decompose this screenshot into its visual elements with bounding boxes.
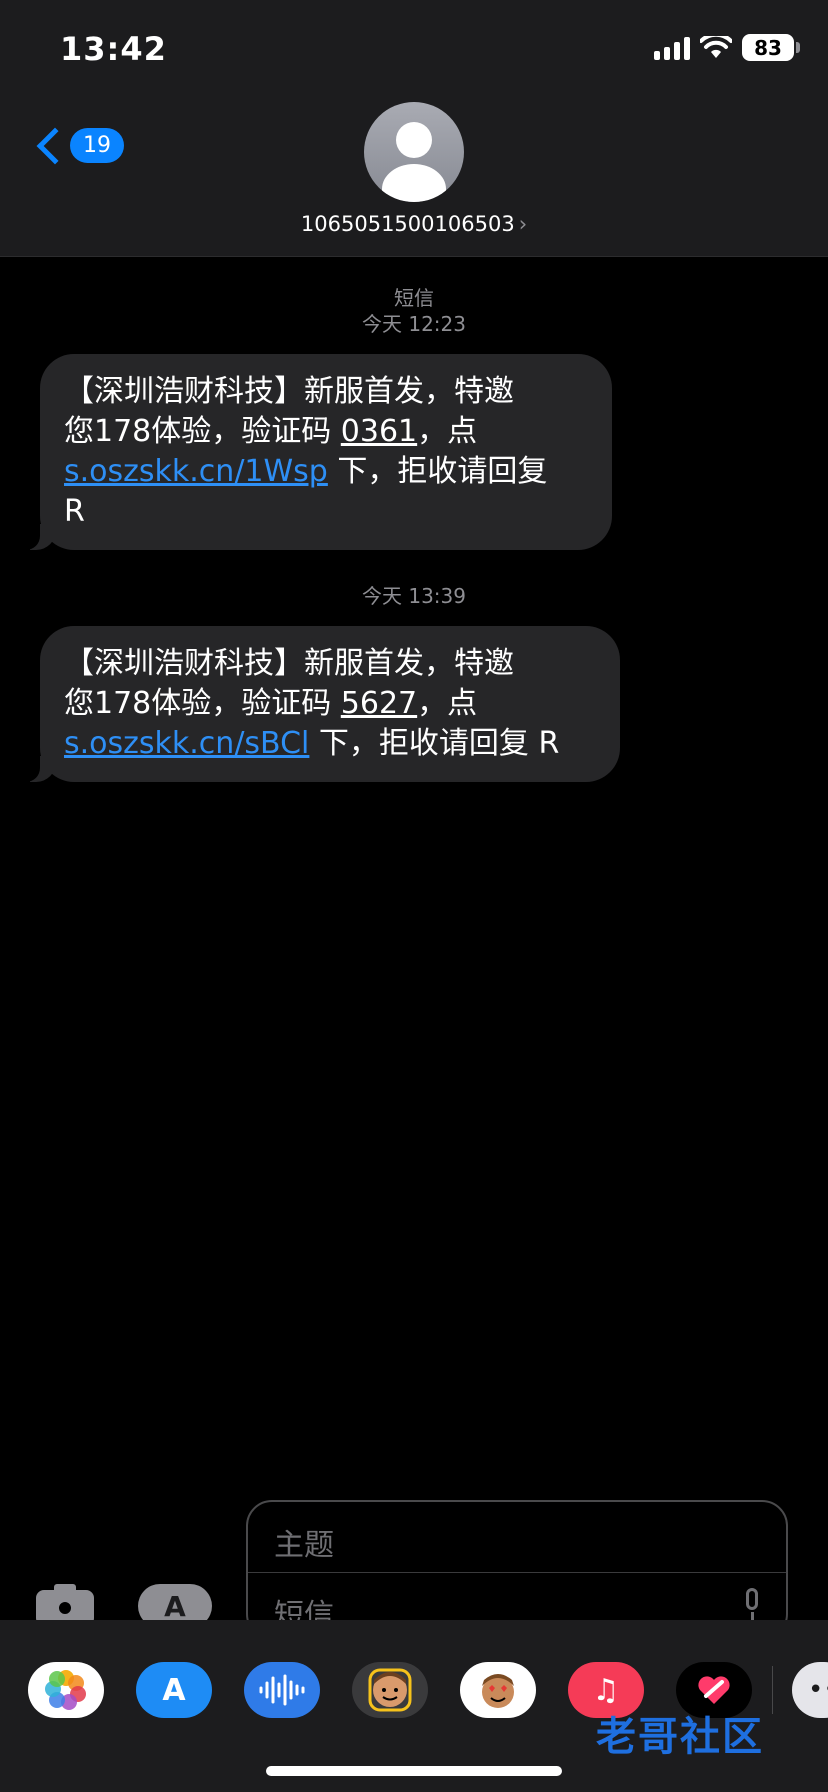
message-text: 下，拒收请回复 R — [309, 726, 560, 761]
contact-avatar[interactable] — [364, 102, 464, 202]
composer-divider — [248, 1572, 786, 1573]
message-line: 您178体验，验证码 5627，点 — [64, 684, 596, 724]
back-button[interactable]: 19 — [32, 127, 124, 164]
contact-number: 1065051500106503 — [300, 212, 515, 236]
message-text: 您178体验，验证码 — [64, 414, 341, 449]
service-label: 短信 — [394, 286, 434, 310]
cellular-signal-icon — [654, 36, 690, 60]
memoji-icon[interactable] — [352, 1662, 428, 1718]
message-text: ，点 — [417, 686, 478, 721]
app-store-icon[interactable]: A — [136, 1662, 212, 1718]
strip-divider — [772, 1666, 773, 1714]
message-line: 【深圳浩财科技】新服首发，特邀 — [64, 374, 514, 409]
chevron-right-icon: › — [518, 212, 528, 236]
message-link[interactable]: s.oszskk.cn/1Wsp — [64, 454, 328, 489]
message-timestamp: 今天 12:23 — [362, 312, 466, 336]
message-line: s.oszskk.cn/sBCl 下，拒收请回复 R — [64, 724, 596, 764]
message-line: R — [64, 494, 85, 529]
message-timestamp: 今天 13:39 — [362, 584, 466, 608]
contact-name[interactable]: 1065051500106503 › — [0, 212, 828, 236]
microphone-icon[interactable] — [742, 1588, 762, 1624]
subject-field[interactable]: 主题 — [274, 1520, 334, 1564]
message-bubble[interactable]: 【深圳浩财科技】新服首发，特邀 您178体验，验证码 5627，点 s.oszs… — [18, 626, 620, 782]
unread-count-badge: 19 — [70, 128, 124, 163]
message-link[interactable]: s.oszskk.cn/sBCl — [64, 726, 309, 761]
more-icon[interactable]: •• — [792, 1662, 828, 1718]
battery-icon: 83 — [742, 34, 800, 61]
watermark-logo: 老哥社区 — [596, 1714, 764, 1760]
message-text: ，点 — [417, 414, 478, 449]
verification-code[interactable]: 5627 — [341, 686, 417, 721]
message-text: 下，拒收请回复 — [327, 454, 548, 489]
message-bubble[interactable]: 【深圳浩财科技】新服首发，特邀 您178体验，验证码 0361，点 s.oszs… — [18, 354, 612, 550]
message-line: s.oszskk.cn/1Wsp 下，拒收请回复 — [64, 452, 588, 492]
status-indicators: 83 — [654, 34, 800, 61]
wifi-icon — [700, 35, 732, 58]
home-indicator[interactable] — [266, 1766, 562, 1776]
message-composer[interactable]: 主题 短信 — [246, 1500, 788, 1640]
message-line: 您178体验，验证码 0361，点 — [64, 412, 588, 452]
photos-icon[interactable] — [28, 1662, 104, 1718]
audio-message-icon[interactable] — [244, 1662, 320, 1718]
app-drawer: A ♫ •• 老哥社区 — [0, 1620, 828, 1792]
chevron-left-icon — [36, 127, 74, 164]
message-text: 您178体验，验证码 — [64, 686, 341, 721]
conversation-header: 13:42 83 19 1065051500106503 › — [0, 0, 828, 257]
status-time: 13:42 — [60, 30, 167, 68]
animoji-icon[interactable] — [460, 1662, 536, 1718]
message-line: 【深圳浩财科技】新服首发，特邀 — [64, 646, 514, 681]
app-store-icon: A — [164, 1589, 186, 1623]
verification-code[interactable]: 0361 — [341, 414, 417, 449]
